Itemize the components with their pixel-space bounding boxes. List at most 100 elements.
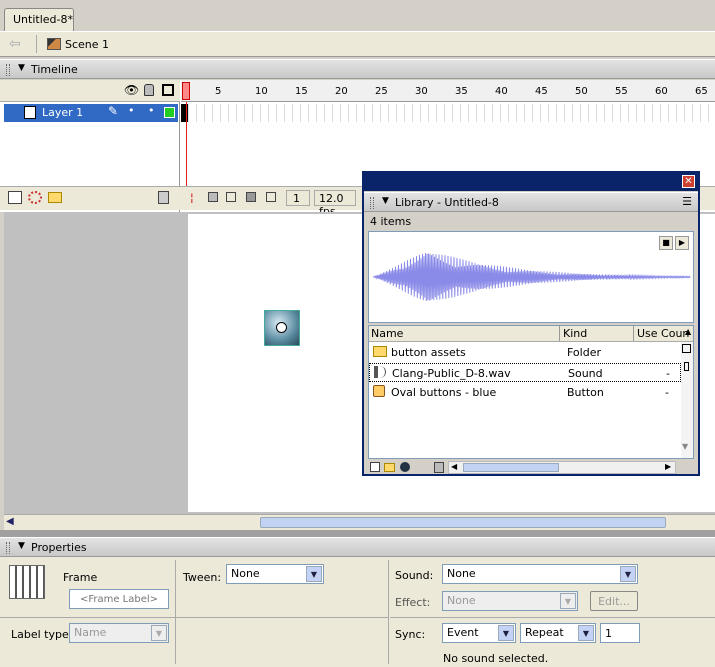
play-button[interactable]: ▶ [675, 236, 689, 250]
options-menu-icon[interactable]: ☰ [682, 195, 692, 208]
divider [175, 619, 176, 664]
playhead-marker[interactable] [182, 82, 190, 100]
library-item[interactable]: button assets Folder [369, 343, 681, 362]
chevron-down-icon[interactable]: ▼ [306, 566, 322, 582]
library-titlebar[interactable]: ✕ [364, 173, 698, 191]
frame-number: 15 [295, 86, 308, 97]
add-guide-layer-icon[interactable] [28, 191, 42, 204]
back-arrow-icon[interactable]: ⇦ [9, 36, 21, 52]
divider [388, 560, 389, 664]
stage-horizontal-scrollbar[interactable]: ◀ [4, 514, 715, 530]
library-list: Name Kind Use Coun ▲ button assets Folder… [368, 325, 694, 459]
label-type-select[interactable]: Name ▼ [69, 623, 169, 643]
collapse-triangle-icon[interactable]: ▼ [382, 196, 389, 206]
frame-type-label: Frame [63, 571, 98, 584]
properties-panel-header[interactable]: ▼ Properties [0, 537, 715, 557]
chevron-down-icon[interactable]: ▼ [620, 566, 636, 582]
column-kind[interactable]: Kind [563, 327, 587, 340]
frame-ruler[interactable]: 15101520253035404550556065 [181, 80, 715, 102]
sort-icon[interactable]: ▲ [685, 327, 691, 336]
sound-select[interactable]: None ▼ [442, 564, 638, 584]
outline-color-swatch[interactable] [164, 107, 175, 118]
library-item[interactable]: Clang-Public_D-8.wav Sound - [369, 363, 681, 382]
frame-number: 45 [535, 86, 548, 97]
folder-icon [373, 346, 387, 357]
lock-icon[interactable] [144, 84, 154, 96]
document-tab[interactable]: Untitled-8* [4, 8, 74, 31]
outline-icon[interactable] [162, 84, 174, 96]
timeline-panel-header[interactable]: ▼ Timeline [0, 59, 715, 79]
toggle-wide-icon[interactable] [682, 344, 691, 353]
layer-row[interactable]: Layer 1 ✎ • • [4, 104, 178, 122]
new-symbol-icon[interactable] [370, 462, 380, 472]
toggle-narrow-icon[interactable] [684, 362, 689, 371]
grip-icon[interactable] [6, 64, 10, 76]
new-folder-icon[interactable] [384, 463, 395, 472]
trash-icon[interactable] [158, 191, 169, 204]
fps-field[interactable]: 12.0 fps [314, 190, 356, 218]
add-folder-icon[interactable] [48, 192, 62, 203]
properties-icon[interactable] [400, 462, 410, 472]
close-icon[interactable]: ✕ [682, 175, 695, 188]
chevron-down-icon[interactable]: ▼ [578, 625, 594, 641]
pencil-icon: ✎ [108, 104, 119, 118]
lock-dot[interactable]: • [148, 104, 155, 117]
scroll-down-icon[interactable]: ▼ [682, 442, 688, 451]
delete-icon[interactable] [434, 462, 444, 473]
label-type-label: Label type: [11, 628, 73, 641]
repeat-select[interactable]: Repeat ▼ [520, 623, 596, 643]
frame-number: 25 [375, 86, 388, 97]
layer-header: 👁 [0, 80, 180, 102]
visibility-dot[interactable]: • [128, 104, 135, 117]
library-vertical-scrollbar[interactable]: ▼ [681, 342, 693, 458]
column-name[interactable]: Name [371, 327, 403, 340]
onion-outline-icon[interactable] [226, 192, 236, 202]
timeline-title: Timeline [31, 63, 78, 76]
properties-title: Properties [31, 541, 87, 554]
frame-number: 60 [655, 86, 668, 97]
item-name: Oval buttons - blue [391, 386, 497, 399]
scene-label[interactable]: Scene 1 [65, 38, 109, 51]
effect-select[interactable]: None ▼ [442, 591, 578, 611]
center-frame-icon[interactable]: ¦ [190, 191, 194, 204]
stop-button[interactable]: ■ [659, 236, 673, 250]
scene-icon [47, 38, 61, 50]
sync-label: Sync: [395, 628, 426, 641]
tween-select[interactable]: None ▼ [226, 564, 324, 584]
sync-select[interactable]: Event ▼ [442, 623, 516, 643]
layer-name[interactable]: Layer 1 [42, 106, 83, 119]
tween-value: None [231, 567, 260, 580]
eye-icon[interactable]: 👁 [124, 83, 139, 97]
column-use-count[interactable]: Use Coun [637, 327, 689, 340]
hscroll-thumb[interactable] [463, 463, 559, 472]
library-footer: ◀ ▶ [364, 461, 698, 475]
library-item[interactable]: Oval buttons - blue Button - [369, 383, 681, 402]
add-layer-icon[interactable] [8, 191, 22, 204]
modify-markers-icon[interactable] [266, 192, 276, 202]
edit-multiple-frames-icon[interactable] [246, 192, 256, 202]
frame-cells[interactable] [181, 104, 715, 122]
edit-button[interactable]: Edit... [590, 591, 638, 611]
collapse-triangle-icon[interactable]: ▼ [18, 541, 25, 551]
chevron-down-icon[interactable]: ▼ [498, 625, 514, 641]
frame-label-input[interactable] [69, 589, 169, 609]
chevron-down-icon[interactable]: ▼ [151, 625, 167, 641]
library-panel-header[interactable]: ▼ Library - Untitled-8 ☰ [364, 192, 698, 212]
library-title: Library - Untitled-8 [395, 196, 499, 209]
frame-number: 5 [215, 86, 222, 97]
collapse-triangle-icon[interactable]: ▼ [18, 63, 25, 73]
chevron-down-icon[interactable]: ▼ [560, 593, 576, 609]
panel-splitter[interactable] [0, 530, 715, 537]
divider [0, 617, 388, 618]
oval-button-instance[interactable] [264, 310, 300, 346]
onion-skin-icon[interactable] [208, 192, 218, 202]
hscroll-left-icon[interactable]: ◀ [451, 462, 457, 471]
library-hscrollbar[interactable]: ◀ ▶ [448, 461, 676, 474]
repeat-count-input[interactable] [600, 623, 640, 643]
scroll-thumb[interactable] [260, 517, 666, 528]
scroll-left-icon[interactable]: ◀ [6, 516, 14, 527]
tween-label: Tween: [183, 571, 222, 584]
divider [36, 35, 37, 53]
item-use-count: - [665, 386, 669, 399]
hscroll-right-icon[interactable]: ▶ [665, 462, 671, 471]
